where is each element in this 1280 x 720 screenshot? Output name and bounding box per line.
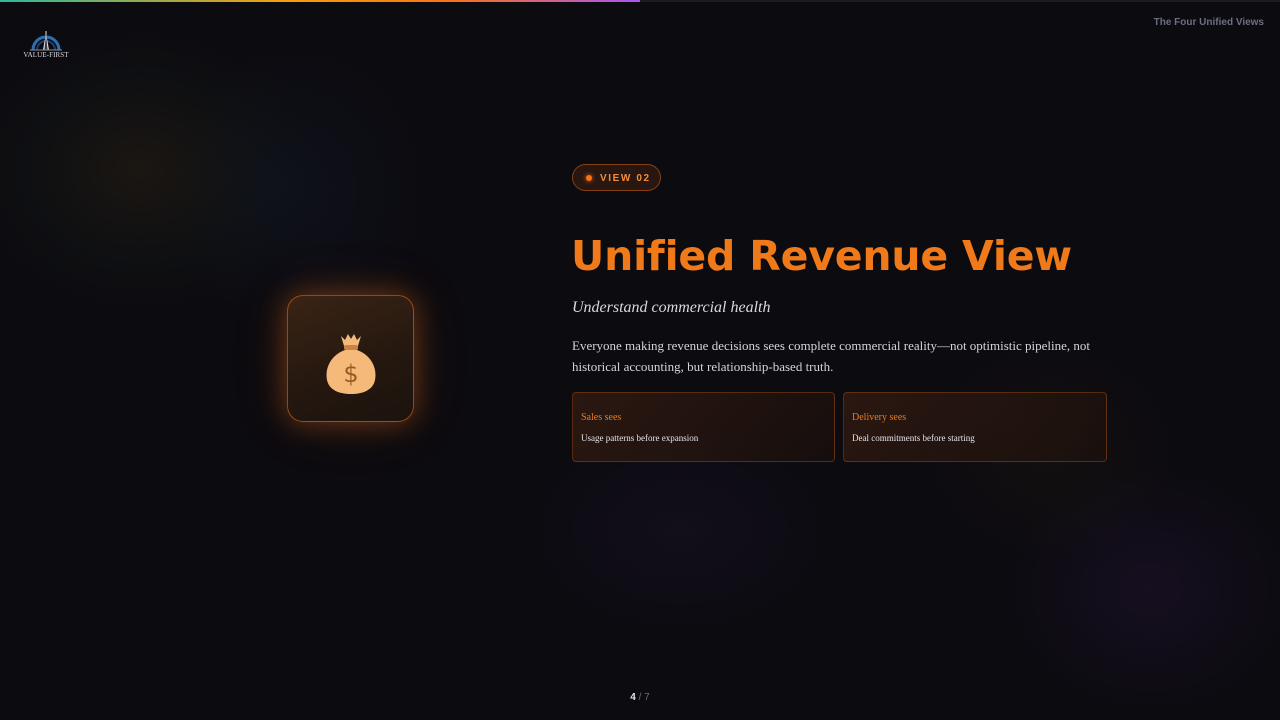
logo-text: VALUE-FIRST [23, 51, 69, 59]
card-body: Deal commitments before starting [852, 433, 975, 443]
pager-separator: / [638, 692, 642, 703]
background-glow [1000, 460, 1280, 720]
compass-logo-icon [30, 31, 62, 51]
slide-body: Everyone making revenue decisions sees c… [572, 338, 1091, 374]
progress-bar [0, 0, 1280, 2]
money-bag-icon: $ [326, 334, 376, 394]
badge-label: VIEW 02 [600, 173, 651, 184]
perspective-card-sales: Sales sees Usage patterns before expansi… [572, 392, 835, 462]
pager-current: 4 [630, 692, 636, 703]
view-icon-tile: $ [287, 295, 414, 422]
slide-title: Unified Revenue View [571, 232, 1072, 280]
pager-total: 7 [644, 692, 650, 703]
progress-bar-fill [0, 0, 640, 2]
perspective-card-delivery: Delivery sees Deal commitments before st… [843, 392, 1107, 462]
brand-logo[interactable]: VALUE-FIRST [20, 30, 72, 64]
slide-subtitle: Understand commercial health [572, 299, 771, 316]
badge-dot-icon [586, 175, 592, 181]
section-label: The Four Unified Views [1153, 17, 1264, 28]
card-body: Usage patterns before expansion [581, 433, 699, 443]
slide-stage: VALUE-FIRST The Four Unified Views $ VIE… [0, 0, 1280, 720]
svg-text:$: $ [343, 360, 358, 388]
view-badge: VIEW 02 [572, 164, 661, 191]
background-glow [0, 20, 320, 320]
card-title: Sales sees [581, 412, 622, 423]
card-title: Delivery sees [852, 412, 907, 423]
slide-pager: 4 / 7 [0, 692, 1280, 703]
